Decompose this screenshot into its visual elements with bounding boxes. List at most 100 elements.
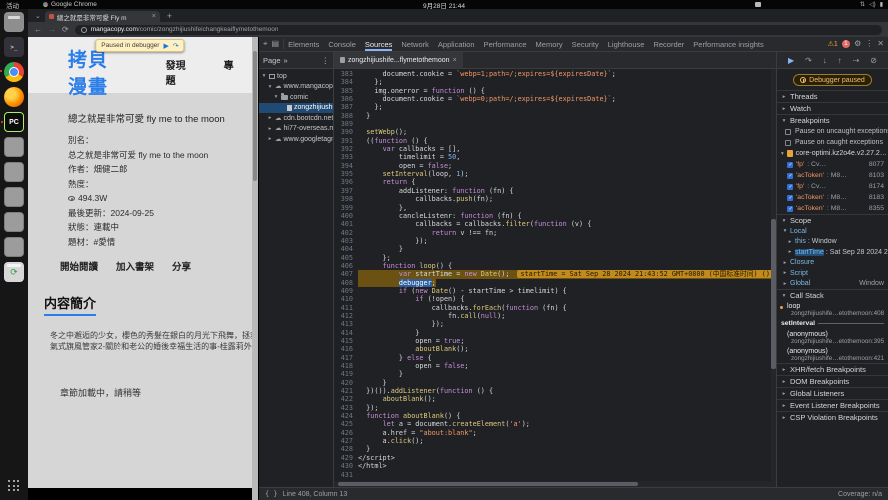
devtools-tab-recorder[interactable]: Recorder [653, 38, 684, 51]
line-number[interactable]: 388 [334, 112, 358, 120]
tree-item-zongzhijiushif[interactable]: zongzhijiushif [259, 102, 333, 113]
code-line-414[interactable]: 414 } [334, 329, 776, 337]
back-button[interactable]: ← [34, 25, 42, 34]
devtools-tab-sources[interactable]: Sources [365, 38, 393, 51]
section-global-listeners[interactable]: ▸ Global Listeners [777, 387, 888, 399]
step-into-button[interactable]: ↓ [823, 56, 827, 65]
devtools-tab-security[interactable]: Security [572, 38, 599, 51]
line-number[interactable]: 400 [334, 212, 358, 220]
devtools-tab-console[interactable]: Console [328, 38, 356, 51]
app-menu[interactable]: Google Chrome [43, 1, 97, 8]
code-line-409[interactable]: 409 if (new Date() - startTime > timelim… [334, 287, 776, 295]
devtools-tab-memory[interactable]: Memory [536, 38, 563, 51]
code-line-389[interactable]: 389 [334, 120, 776, 128]
breakpoint-item[interactable]: 'acToken': M8… 8103 [777, 170, 888, 181]
line-number[interactable]: 394 [334, 162, 358, 170]
line-number[interactable]: 391 [334, 137, 358, 145]
step-over-icon[interactable]: ↷ [173, 42, 179, 50]
line-number[interactable]: 398 [334, 195, 358, 203]
code-line-413[interactable]: 413 }); [334, 320, 776, 328]
section-csp-violation-breakpoints[interactable]: ▸ CSP Violation Breakpoints [777, 411, 888, 423]
line-number[interactable]: 414 [334, 329, 358, 337]
code-line-384[interactable]: 384 }; [334, 78, 776, 86]
system-tray[interactable]: ⇅ ◁) ▮ [860, 1, 888, 8]
dock-item-terminal[interactable]: >_ [4, 37, 24, 57]
breakpoint-item[interactable]: 'acToken': M8… 8183 [777, 192, 888, 203]
line-number[interactable]: 396 [334, 178, 358, 186]
page-scrollbar[interactable] [252, 37, 258, 500]
editor-horizontal-scrollbar[interactable] [334, 481, 776, 487]
pretty-print-icon[interactable]: { } [265, 490, 278, 498]
devtools-menu-icon[interactable]: ⋮ [865, 40, 873, 48]
dock-item-firefox[interactable] [4, 87, 24, 107]
line-number[interactable]: 389 [334, 120, 358, 128]
code-line-383[interactable]: 383 document.cookie = `webp=1;path=/;exp… [334, 70, 776, 78]
section-scope[interactable]: ▾ Scope [777, 214, 888, 226]
line-number[interactable]: 410 [334, 295, 358, 303]
call-stack-frame[interactable]: loop zongzhijiushife…etothemoon:408 [777, 301, 888, 318]
tree-item-www-googletagm[interactable]: ▸ ☁ www.googletagm [259, 134, 333, 145]
line-number[interactable]: 404 [334, 245, 358, 253]
editor-vscroll-thumb[interactable] [771, 219, 776, 369]
code-line-391[interactable]: 391 ((function () { [334, 137, 776, 145]
site-nav-0[interactable]: 發現 [166, 61, 186, 72]
code-line-431[interactable]: 431 [334, 471, 776, 479]
line-number[interactable]: 407 [334, 270, 358, 278]
page-scrollbar-thumb[interactable] [253, 51, 257, 181]
code-line-396[interactable]: 396 return { [334, 178, 776, 186]
devtools-tab-elements[interactable]: Elements [288, 38, 319, 51]
site-info-icon[interactable] [80, 26, 87, 33]
checkbox-checked[interactable] [787, 161, 793, 168]
code-line-387[interactable]: 387 }; [334, 103, 776, 111]
code-line-405[interactable]: 405 }; [334, 254, 776, 262]
new-tab-button[interactable]: + [160, 11, 179, 21]
code-line-422[interactable]: 422 aboutBlank(); [334, 395, 776, 403]
manga-action-2[interactable]: 分享 [172, 259, 191, 273]
code-line-415[interactable]: 415 open = true; [334, 337, 776, 345]
section-call-stack[interactable]: ▾ Call Stack [777, 289, 888, 301]
code-line-418[interactable]: 418 open = false; [334, 362, 776, 370]
line-number[interactable]: 395 [334, 170, 358, 178]
code-line-416[interactable]: 416 aboutBlank(); [334, 345, 776, 353]
line-number[interactable]: 419 [334, 370, 358, 378]
checkbox-unchecked[interactable] [785, 139, 791, 146]
code-line-392[interactable]: 392 var callbacks = [], [334, 145, 776, 153]
site-logo[interactable]: 拷貝漫畫 [68, 45, 128, 99]
code-line-425[interactable]: 425 let a = document.createElement('a'); [334, 420, 776, 428]
line-number[interactable]: 421 [334, 387, 358, 395]
line-number[interactable]: 423 [334, 404, 358, 412]
app-grid-button[interactable] [8, 480, 20, 492]
line-number[interactable]: 401 [334, 220, 358, 228]
devtools-tab-lighthouse[interactable]: Lighthouse [608, 38, 645, 51]
line-number[interactable]: 405 [334, 254, 358, 262]
code-line-393[interactable]: 393 timelimit = 50, [334, 153, 776, 161]
code-line-401[interactable]: 401 callbacks = callbacks.filter(functio… [334, 220, 776, 228]
code-line-385[interactable]: 385 img.onerror = function () { [334, 87, 776, 95]
section-xhr-fetch-breakpoints[interactable]: ▸ XHR/fetch Breakpoints [777, 363, 888, 375]
dock-item-app-5[interactable] [4, 237, 24, 257]
dock-item-app-4[interactable] [4, 212, 24, 232]
tree-item-comic[interactable]: ▾ comic [259, 92, 333, 103]
code-line-421[interactable]: 421 })()).addListener(function () { [334, 387, 776, 395]
browser-tab[interactable]: 總之就是非常可愛 Fly m × [44, 11, 160, 22]
line-number[interactable]: 428 [334, 445, 358, 453]
section-breakpoints[interactable]: ▾ Breakpoints [777, 114, 888, 126]
checkbox-checked[interactable] [787, 183, 793, 190]
checkbox-checked[interactable] [787, 172, 793, 179]
activities-button[interactable]: 活动 [0, 0, 25, 10]
code-line-427[interactable]: 427 a.click(); [334, 437, 776, 445]
line-number[interactable]: 424 [334, 412, 358, 420]
code-line-400[interactable]: 400 cancleListenr: function (fn) { [334, 212, 776, 220]
breakpoint-item[interactable]: 'fp': Cv… 8174 [777, 181, 888, 192]
code-line-410[interactable]: 410 if (!open) { [334, 295, 776, 303]
line-number[interactable]: 387 [334, 103, 358, 111]
breakpoint-group[interactable]: ▾ core-optimi.kz2o4e.v2.27.2… [777, 148, 888, 159]
code-line-430[interactable]: 430 </html> [334, 462, 776, 470]
breakpoint-item[interactable]: 'fp': Cv… 8077 [777, 159, 888, 170]
dock-item-software-center[interactable]: ⟳ [4, 262, 24, 282]
more-tabs-icon[interactable]: » [284, 56, 288, 65]
scope-row-script[interactable]: ▸ Script [777, 268, 888, 279]
resume-script-icon[interactable]: ▶ [163, 42, 168, 50]
line-number[interactable]: 417 [334, 354, 358, 362]
code-line-417[interactable]: 417 } else { [334, 354, 776, 362]
